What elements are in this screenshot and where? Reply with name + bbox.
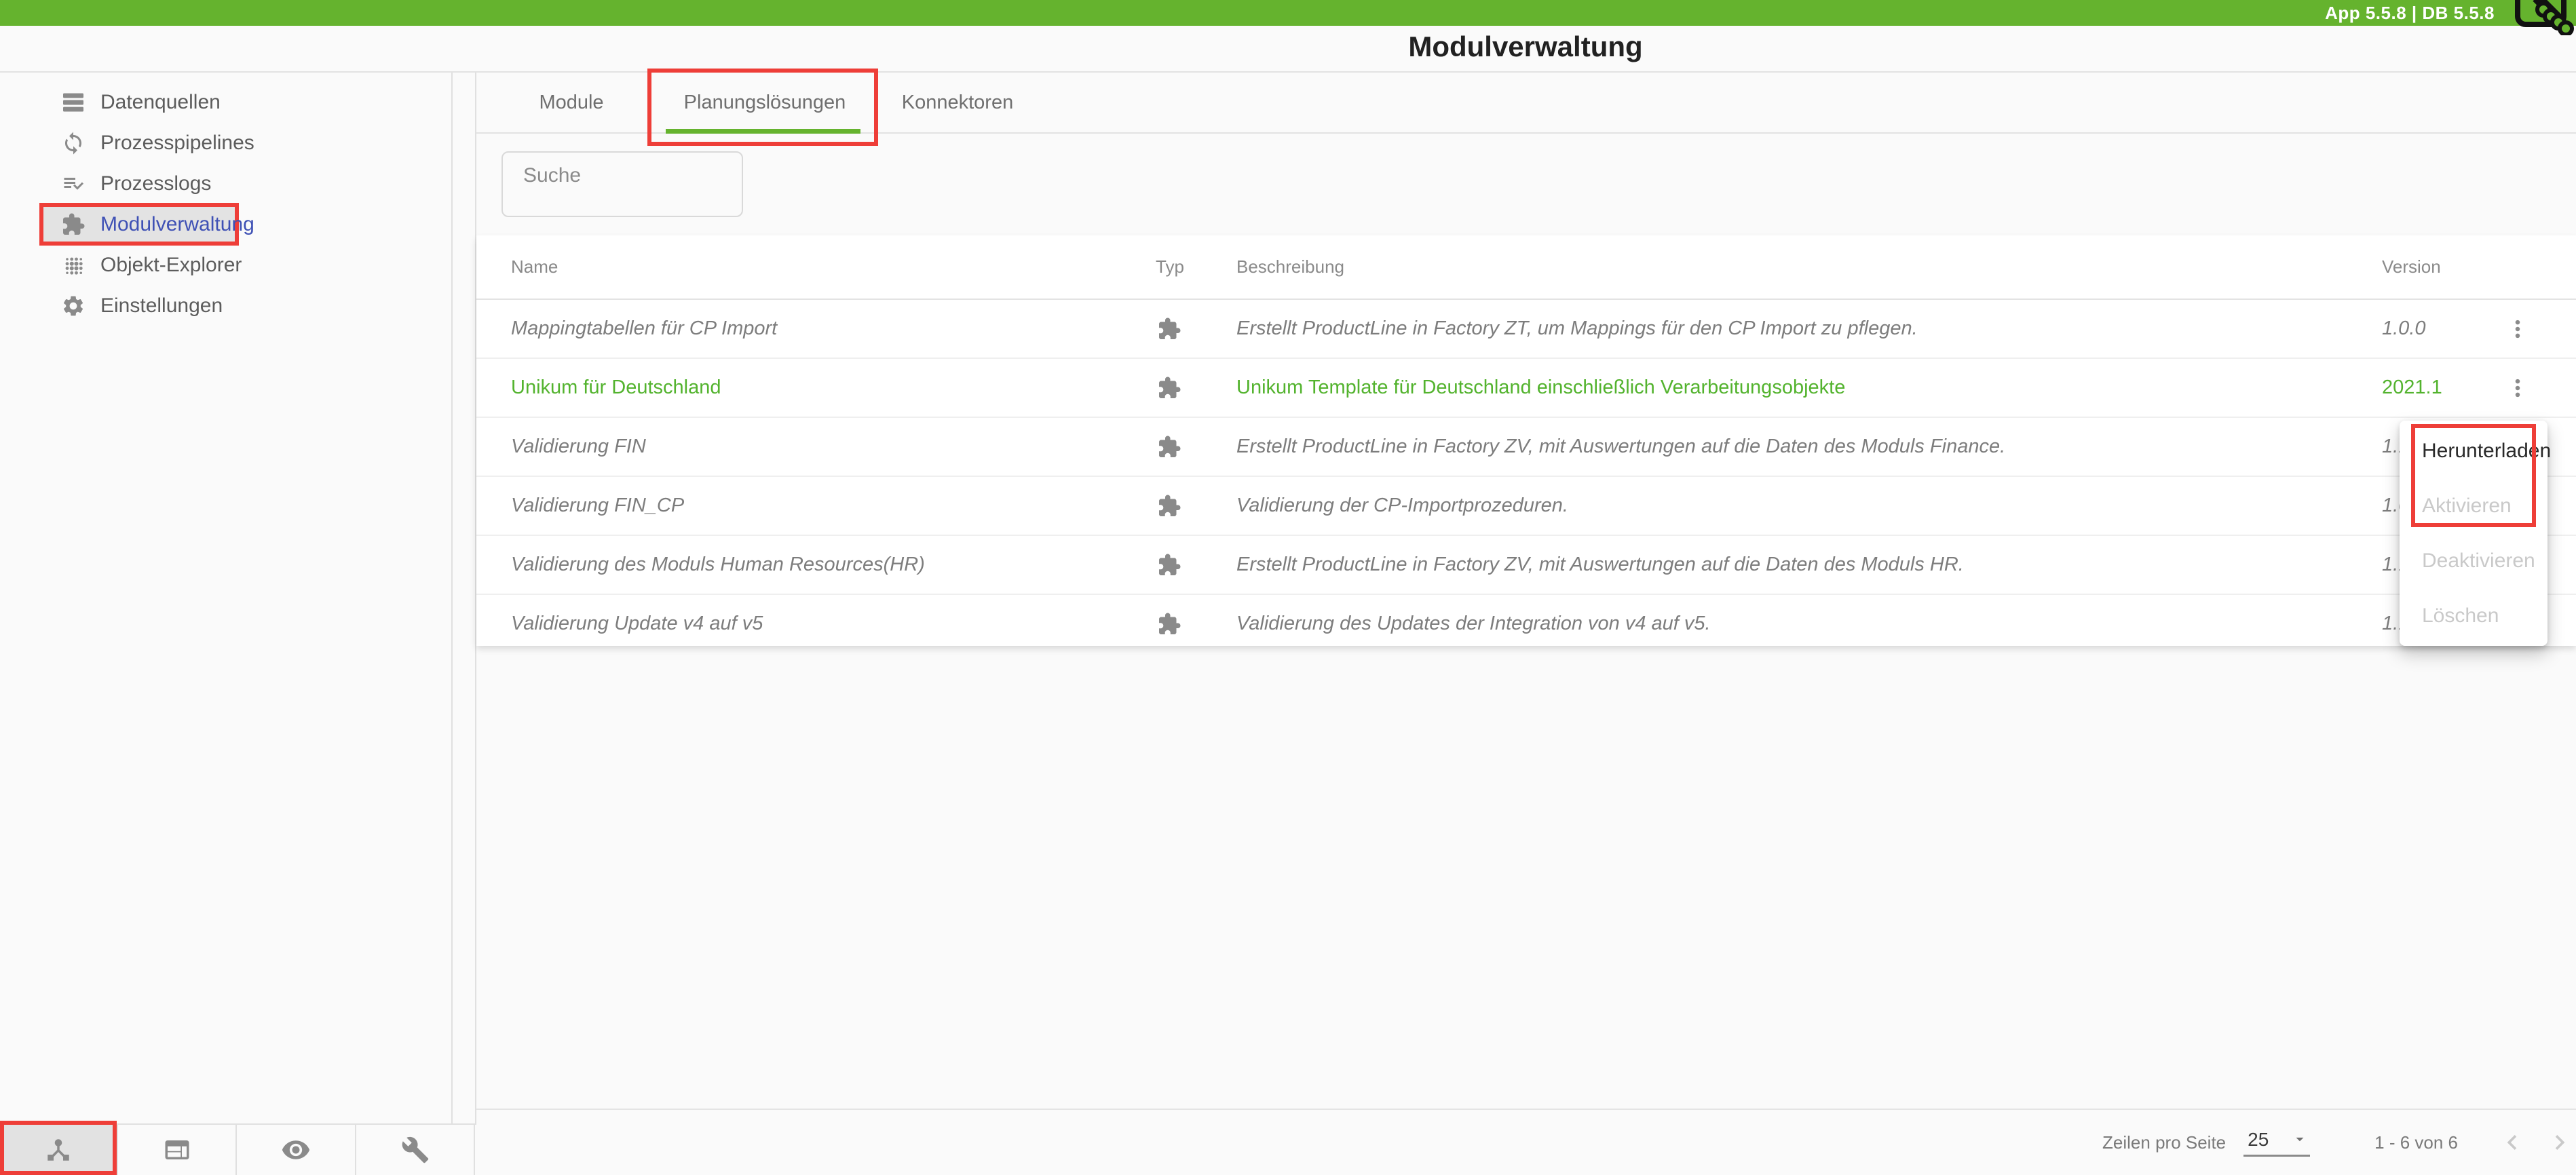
puzzle-icon: [1156, 612, 1236, 636]
active-tab-underline: [666, 129, 860, 134]
rows-per-page-label: Zeilen pro Seite: [2102, 1132, 2226, 1153]
module-name: Validierung des Moduls Human Resources(H…: [476, 554, 1156, 576]
module-description: Validierung des Updates der Integration …: [1236, 613, 2382, 635]
sidebar-item-prozesspipelines[interactable]: Prozesspipelines: [0, 123, 451, 163]
page-title: Modulverwaltung: [475, 26, 2576, 71]
eye-icon: [281, 1135, 311, 1165]
toolbar-button-tools[interactable]: [356, 1125, 475, 1175]
sidebar-footer-toolbar: [0, 1123, 475, 1175]
tab-bar: Module Planungslösungen Konnektoren: [476, 73, 2576, 134]
tab-module[interactable]: Module: [539, 73, 603, 132]
device-hub-icon: [44, 1136, 73, 1164]
table-row[interactable]: Validierung FIN Erstellt ProductLine in …: [476, 418, 2576, 477]
menu-item-herunterladen[interactable]: Herunterladen: [2400, 423, 2547, 478]
module-description: Unikum Template für Deutschland einschli…: [1236, 377, 2382, 399]
sidebar-item-datenquellen[interactable]: Datenquellen: [0, 82, 451, 123]
module-name: Validierung FIN: [476, 436, 1156, 458]
sidebar-nav: Datenquellen Prozesspipelines Prozesslog…: [0, 73, 453, 1125]
wrench-icon: [401, 1136, 430, 1164]
sidebar-item-label: Einstellungen: [100, 294, 223, 317]
storage-icon: [61, 90, 86, 115]
table-row[interactable]: Validierung des Moduls Human Resources(H…: [476, 536, 2576, 595]
app-header: Modulverwaltung: [0, 26, 2576, 73]
sidebar-item-label: Datenquellen: [100, 91, 221, 114]
chevron-down-icon: [2291, 1130, 2309, 1148]
rows-per-page-value: 25: [2248, 1129, 2269, 1151]
row-menu-button[interactable]: [2501, 317, 2535, 341]
module-name: Validierung Update v4 auf v5: [476, 613, 1156, 635]
module-name: Validierung FIN_CP: [476, 495, 1156, 517]
playlist-check-icon: [61, 172, 86, 196]
main-content: Module Planungslösungen Konnektoren Name…: [476, 73, 2576, 1175]
puzzle-icon: [1156, 494, 1236, 518]
sidebar-item-prozesslogs[interactable]: Prozesslogs: [0, 163, 451, 204]
puzzle-icon: [61, 212, 86, 237]
column-header-typ: Typ: [1156, 256, 1236, 277]
app-version-text: App 5.5.8 | DB 5.5.8: [2325, 0, 2495, 26]
menu-item-deaktivieren[interactable]: Deaktivieren: [2400, 533, 2547, 588]
toolbar-button-layout[interactable]: [118, 1125, 237, 1175]
puzzle-icon: [1156, 317, 1236, 341]
sidebar-item-label: Objekt-Explorer: [100, 254, 242, 277]
top-status-bar: App 5.5.8 | DB 5.5.8: [0, 0, 2576, 26]
column-header-beschreibung: Beschreibung: [1236, 256, 2382, 277]
pagination-range-text: 1 - 6 von 6: [2374, 1132, 2458, 1153]
module-name: Mappingtabellen für CP Import: [476, 317, 1156, 340]
column-header-name: Name: [476, 256, 1156, 277]
module-description: Erstellt ProductLine in Factory ZT, um M…: [1236, 317, 2382, 340]
row-menu-button[interactable]: [2501, 377, 2535, 400]
module-description: Validierung der CP-Importprozeduren.: [1236, 495, 2382, 517]
toolbar-button-preview[interactable]: [237, 1125, 356, 1175]
table-row[interactable]: Mappingtabellen für CP Import Erstellt P…: [476, 300, 2576, 359]
module-description: Erstellt ProductLine in Factory ZV, mit …: [1236, 436, 2382, 458]
puzzle-icon: [1156, 553, 1236, 577]
rows-per-page-select[interactable]: 25: [2243, 1129, 2310, 1157]
sync-icon: [61, 131, 86, 155]
sidebar-splitter[interactable]: [454, 26, 476, 1125]
gear-icon: [61, 294, 86, 318]
column-header-version: Version: [2382, 256, 2501, 277]
sidebar-item-label: Prozesslogs: [100, 172, 211, 195]
puzzle-icon: [1156, 376, 1236, 400]
puzzle-icon: [1156, 435, 1236, 459]
sidebar-item-label: Modulverwaltung: [100, 213, 254, 236]
modules-table: Name Typ Beschreibung Version Mappingtab…: [476, 235, 2576, 646]
sidebar-item-objekt-explorer[interactable]: Objekt-Explorer: [0, 245, 451, 286]
module-name: Unikum für Deutschland: [476, 377, 1156, 399]
module-description: Erstellt ProductLine in Factory ZV, mit …: [1236, 554, 2382, 576]
dot-grid-icon: [61, 253, 86, 277]
table-header-row: Name Typ Beschreibung Version: [476, 235, 2576, 300]
table-row[interactable]: Validierung FIN_CP Validierung der CP-Im…: [476, 477, 2576, 536]
toolbar-button-hierarchy[interactable]: [0, 1125, 118, 1175]
table-row[interactable]: Validierung Update v4 auf v5 Validierung…: [476, 595, 2576, 653]
chevron-left-icon: [2497, 1128, 2527, 1157]
menu-item-loeschen[interactable]: Löschen: [2400, 588, 2547, 643]
hand-logo-icon: [2508, 0, 2576, 35]
tab-konnektoren[interactable]: Konnektoren: [902, 73, 1013, 132]
sidebar-item-label: Prozesspipelines: [100, 132, 254, 155]
row-context-menu: Herunterladen Aktivieren Deaktivieren Lö…: [2400, 421, 2547, 646]
next-page-button[interactable]: [2545, 1128, 2575, 1157]
table-paginator: Zeilen pro Seite 25 1 - 6 von 6: [476, 1109, 2576, 1175]
previous-page-button[interactable]: [2497, 1128, 2527, 1157]
sidebar-item-einstellungen[interactable]: Einstellungen: [0, 286, 451, 326]
search-field[interactable]: [501, 151, 743, 217]
sidebar-item-modulverwaltung[interactable]: Modulverwaltung: [0, 204, 451, 245]
menu-item-aktivieren[interactable]: Aktivieren: [2400, 478, 2547, 533]
tab-planungsloesungen[interactable]: Planungslösungen: [684, 73, 846, 132]
search-input[interactable]: [503, 153, 742, 216]
layout-icon: [163, 1136, 191, 1164]
module-version: 1.0.0: [2382, 317, 2501, 340]
table-row[interactable]: Unikum für Deutschland Unikum Template f…: [476, 359, 2576, 418]
app-window: App 5.5.8 | DB 5.5.8 Modulverwaltung Dat…: [0, 0, 2576, 1175]
chevron-right-icon: [2545, 1128, 2575, 1157]
module-version: 2021.1: [2382, 377, 2501, 399]
